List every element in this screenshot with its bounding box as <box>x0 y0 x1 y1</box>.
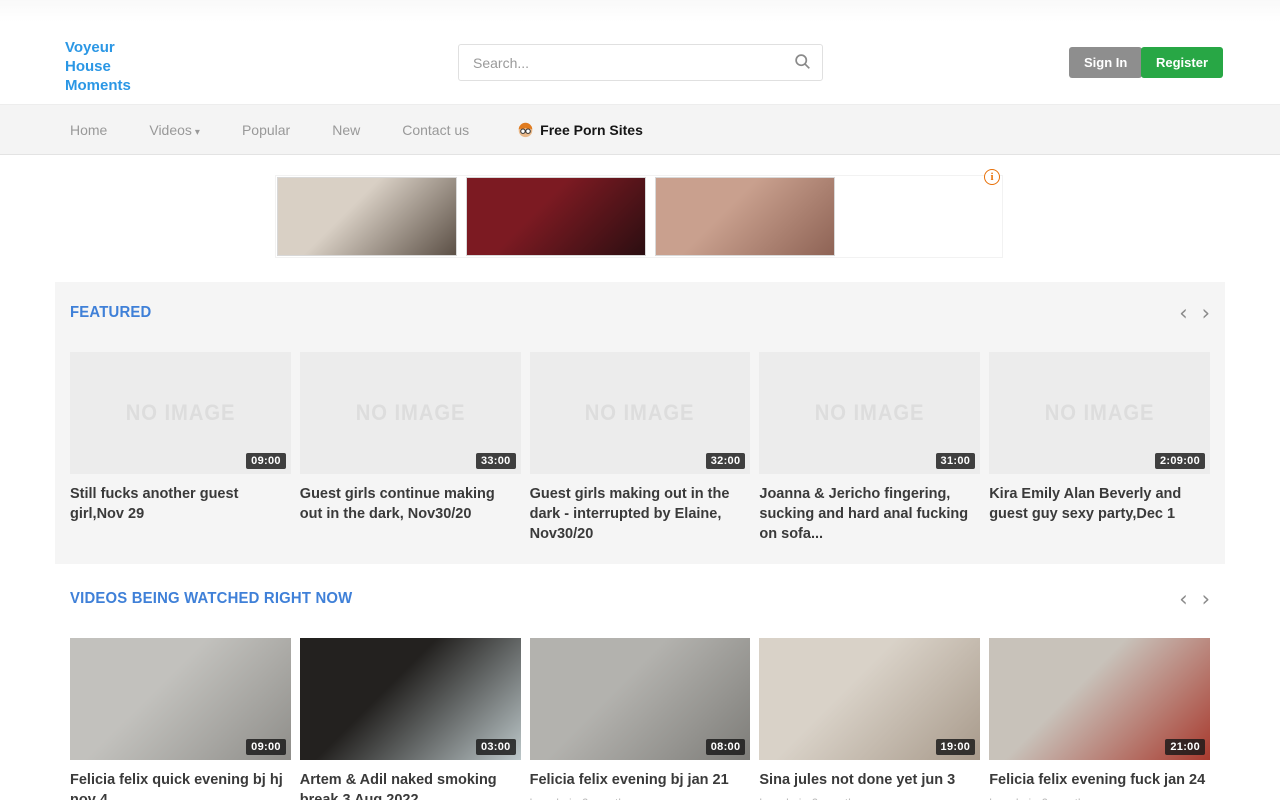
logo-line-1: Voyeur <box>65 38 131 57</box>
duration-badge: 2:09:00 <box>1155 453 1205 469</box>
being-watched-section: VIDEOS BEING WATCHED RIGHT NOW ‹ › 09:00… <box>55 564 1225 800</box>
nav-item-videos[interactable]: Videos▾ <box>149 122 200 138</box>
ad-slide[interactable] <box>277 177 457 256</box>
duration-badge: 03:00 <box>476 739 516 755</box>
video-card[interactable]: NO IMAGE 32:00 Guest girls making out in… <box>530 352 751 544</box>
sign-in-button[interactable]: Sign In <box>1069 47 1142 78</box>
nav-item-free-porn-sites[interactable]: Free Porn Sites <box>517 121 643 138</box>
nav-item-new[interactable]: New <box>332 122 360 138</box>
featured-cards-row: NO IMAGE 09:00 Still fucks another guest… <box>70 352 1210 544</box>
video-title[interactable]: Felicia felix quick evening bj hj nov 4 <box>70 770 291 800</box>
video-card[interactable]: 08:00 Felicia felix evening bj jan 21 by… <box>530 638 751 800</box>
video-thumbnail[interactable]: NO IMAGE 31:00 <box>759 352 980 474</box>
video-thumbnail[interactable]: NO IMAGE 2:09:00 <box>989 352 1210 474</box>
video-title[interactable]: Guest girls making out in the dark - int… <box>530 484 751 544</box>
ad-banner <box>275 175 1003 258</box>
mascot-icon <box>517 121 534 138</box>
no-image-placeholder: NO IMAGE <box>355 400 465 426</box>
section-title-being-watched: VIDEOS BEING WATCHED RIGHT NOW <box>70 590 352 608</box>
logo-line-2: House <box>65 57 131 76</box>
carousel-next-icon[interactable]: › <box>1202 305 1210 321</box>
video-card[interactable]: NO IMAGE 09:00 Still fucks another guest… <box>70 352 291 544</box>
nav-item-home[interactable]: Home <box>70 122 107 138</box>
video-card[interactable]: 19:00 Sina jules not done yet jun 3 by a… <box>759 638 980 800</box>
video-title[interactable]: Felicia felix evening bj jan 21 <box>530 770 751 790</box>
video-title[interactable]: Still fucks another guest girl,Nov 29 <box>70 484 291 524</box>
video-uploader: by admin 6 months ago <box>530 796 751 800</box>
nav-promo-label: Free Porn Sites <box>540 122 643 138</box>
video-card[interactable]: 21:00 Felicia felix evening fuck jan 24 … <box>989 638 1210 800</box>
duration-badge: 33:00 <box>476 453 516 469</box>
carousel-next-icon[interactable]: › <box>1202 591 1210 607</box>
video-card[interactable]: NO IMAGE 33:00 Guest girls continue maki… <box>300 352 521 544</box>
duration-badge: 08:00 <box>706 739 746 755</box>
video-title[interactable]: Joanna & Jericho fingering, sucking and … <box>759 484 980 544</box>
search-bar <box>458 44 823 81</box>
ad-slide[interactable] <box>466 177 646 256</box>
search-icon <box>794 53 811 73</box>
duration-badge: 31:00 <box>936 453 976 469</box>
no-image-placeholder: NO IMAGE <box>1045 400 1155 426</box>
search-button[interactable] <box>782 45 822 80</box>
video-thumbnail[interactable]: NO IMAGE 33:00 <box>300 352 521 474</box>
video-thumbnail[interactable]: 08:00 <box>530 638 751 760</box>
video-card[interactable]: NO IMAGE 2:09:00 Kira Emily Alan Beverly… <box>989 352 1210 544</box>
nav-item-contact[interactable]: Contact us <box>402 122 469 138</box>
video-thumbnail[interactable]: 03:00 <box>300 638 521 760</box>
carousel-prev-icon[interactable]: ‹ <box>1179 591 1187 607</box>
search-input[interactable] <box>459 55 782 71</box>
watched-cards-row: 09:00 Felicia felix quick evening bj hj … <box>70 638 1210 800</box>
video-title[interactable]: Sina jules not done yet jun 3 <box>759 770 980 790</box>
site-header: Voyeur House Moments Sign In Register <box>0 0 1280 104</box>
video-uploader: by admin 6 months ago <box>989 796 1210 800</box>
featured-section: FEATURED ‹ › NO IMAGE 09:00 Still fucks … <box>55 282 1225 564</box>
carousel-prev-icon[interactable]: ‹ <box>1179 305 1187 321</box>
video-card[interactable]: NO IMAGE 31:00 Joanna & Jericho fingerin… <box>759 352 980 544</box>
ad-slide[interactable] <box>655 177 835 256</box>
duration-badge: 09:00 <box>246 739 286 755</box>
video-title[interactable]: Artem & Adil naked smoking break 3 Aug 2… <box>300 770 521 800</box>
nav-item-popular[interactable]: Popular <box>242 122 290 138</box>
duration-badge: 09:00 <box>246 453 286 469</box>
video-title[interactable]: Kira Emily Alan Beverly and guest guy se… <box>989 484 1210 524</box>
video-title[interactable]: Felicia felix evening fuck jan 24 <box>989 770 1210 790</box>
video-card[interactable]: 03:00 Artem & Adil naked smoking break 3… <box>300 638 521 800</box>
ad-banner-strip: i <box>0 155 1280 282</box>
section-title-featured: FEATURED <box>70 304 151 322</box>
duration-badge: 32:00 <box>706 453 746 469</box>
video-title[interactable]: Guest girls continue making out in the d… <box>300 484 521 524</box>
site-logo[interactable]: Voyeur House Moments <box>65 38 131 95</box>
chevron-down-icon: ▾ <box>195 127 200 138</box>
logo-line-3: Moments <box>65 76 131 95</box>
no-image-placeholder: NO IMAGE <box>126 400 236 426</box>
video-thumbnail[interactable]: 19:00 <box>759 638 980 760</box>
duration-badge: 19:00 <box>936 739 976 755</box>
video-thumbnail[interactable]: NO IMAGE 32:00 <box>530 352 751 474</box>
register-button[interactable]: Register <box>1141 47 1223 78</box>
video-thumbnail[interactable]: 09:00 <box>70 638 291 760</box>
video-card[interactable]: 09:00 Felicia felix quick evening bj hj … <box>70 638 291 800</box>
video-uploader: by admin 6 months ago <box>759 796 980 800</box>
main-nav: Home Videos▾ Popular New Contact us Free… <box>0 104 1280 155</box>
video-thumbnail[interactable]: NO IMAGE 09:00 <box>70 352 291 474</box>
ad-info-icon[interactable]: i <box>984 169 1000 185</box>
no-image-placeholder: NO IMAGE <box>815 400 925 426</box>
video-thumbnail[interactable]: 21:00 <box>989 638 1210 760</box>
no-image-placeholder: NO IMAGE <box>585 400 695 426</box>
duration-badge: 21:00 <box>1165 739 1205 755</box>
